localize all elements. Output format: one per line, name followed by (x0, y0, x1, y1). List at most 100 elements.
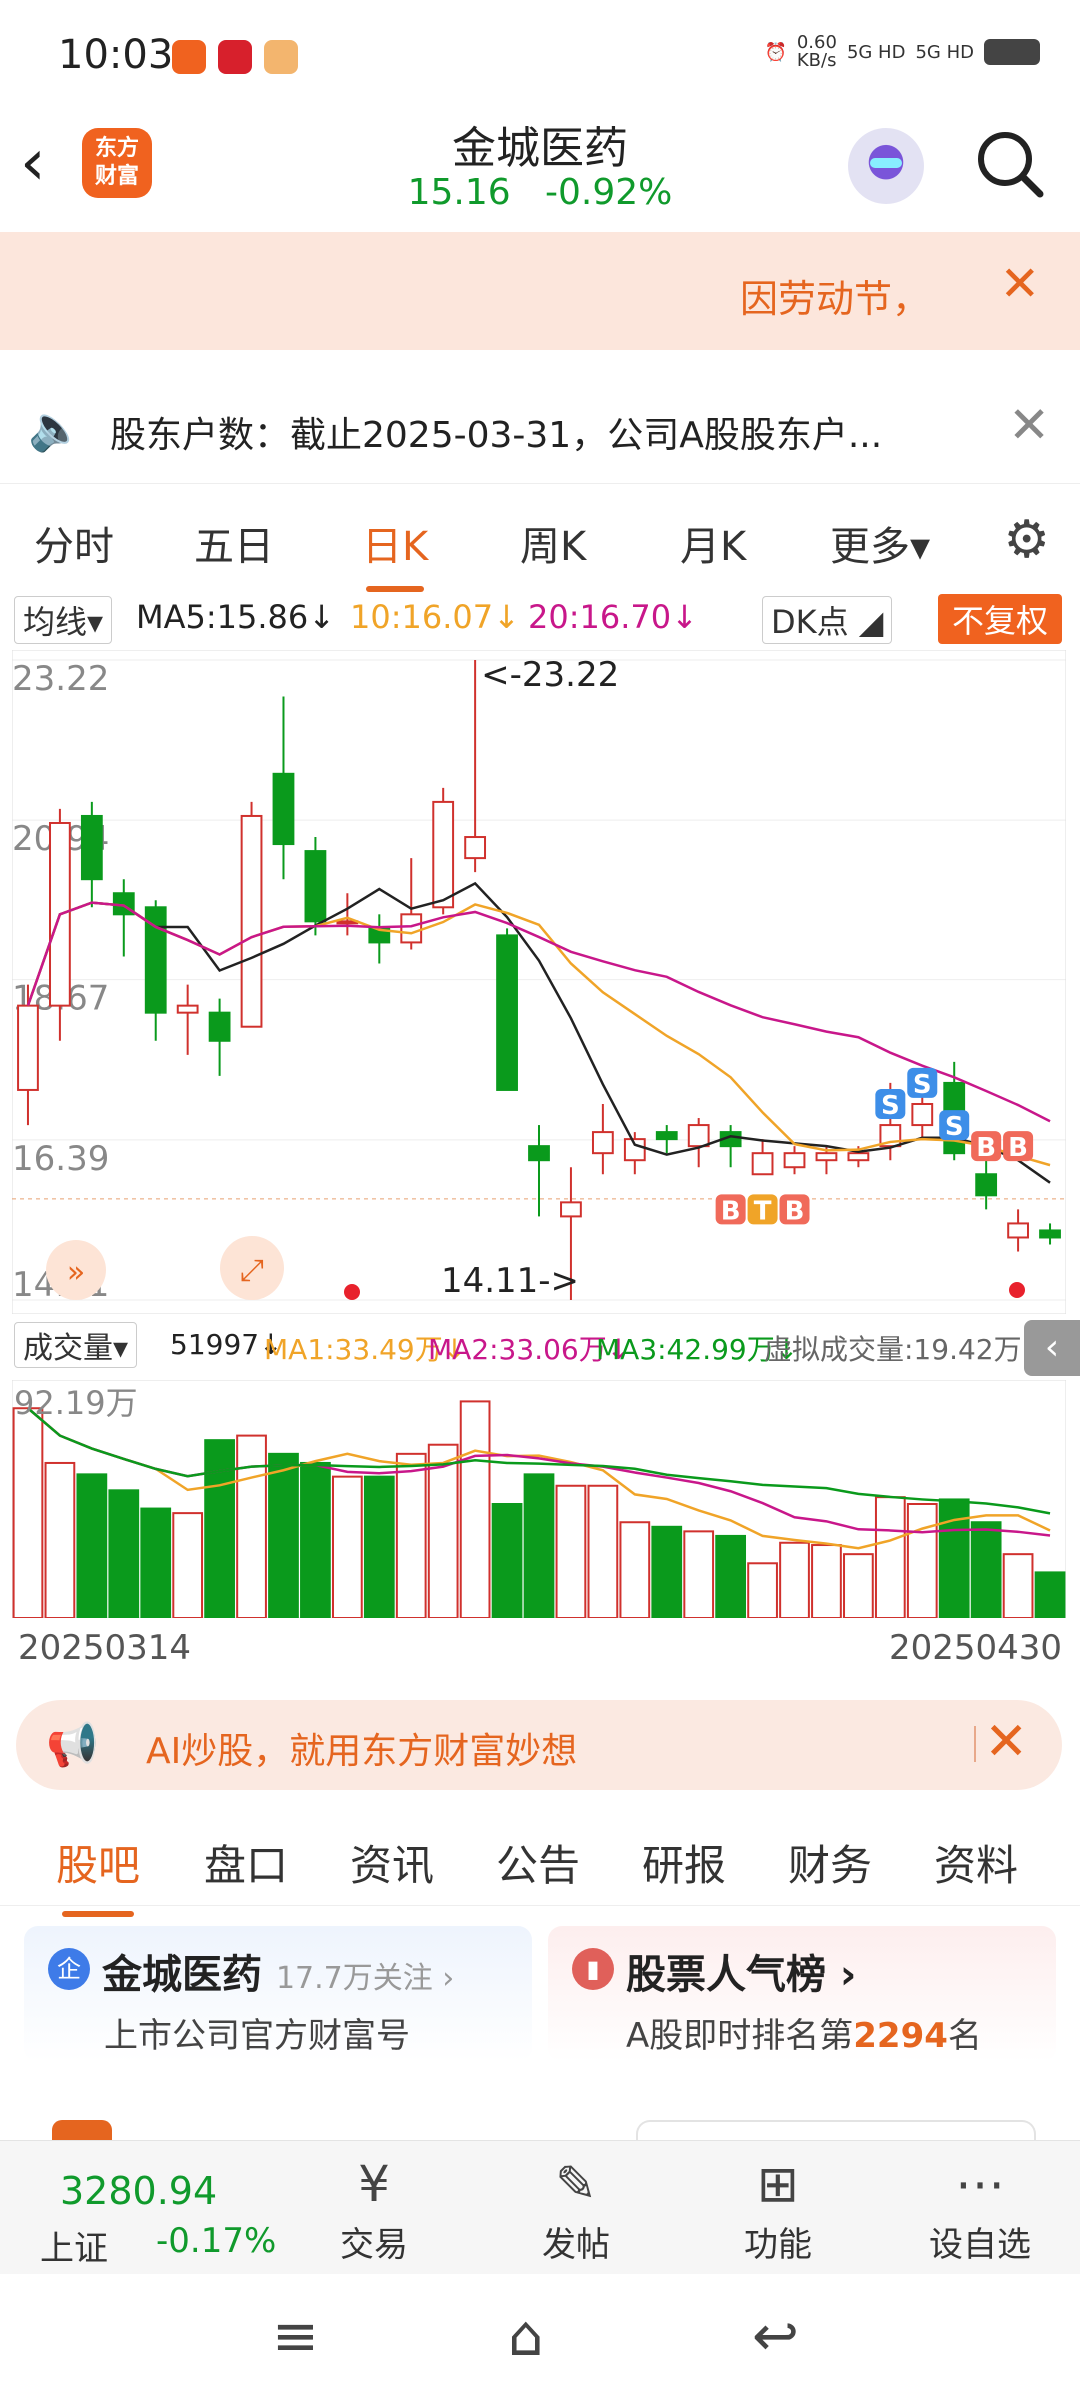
volume-bar (715, 1534, 747, 1618)
candle-body (783, 1152, 806, 1169)
shareholder-text: 股东户数：截止2025-03-31，公司A股股东户... (110, 415, 883, 456)
volume-bar (587, 1484, 619, 1618)
search-icon[interactable] (974, 128, 1046, 200)
candle-body (975, 1173, 998, 1197)
ma10-value: 10:16.07↓ (350, 598, 520, 636)
company-card-subtitle: 上市公司官方财富号 (104, 2016, 410, 2056)
popularity-rank-card[interactable]: ▮ 股票人气榜 › A股即时排名第2294名 (548, 1926, 1056, 2062)
tab-five-day[interactable]: 五日 (194, 514, 274, 572)
company-account-card[interactable]: 企 金城医药 17.7万关注 › 上市公司官方财富号 (24, 1926, 532, 2062)
candle-body (847, 1152, 870, 1162)
tab-profile[interactable]: 资料 (934, 1832, 1018, 1893)
index-change[interactable]: -0.17% (156, 2221, 276, 2261)
ai-banner[interactable]: 📢 AI炒股，就用东方财富妙想 ✕ (16, 1700, 1062, 1790)
tab-finance[interactable]: 财务 (788, 1832, 872, 1893)
dk-point-select[interactable]: DK点 ◢ (762, 596, 893, 644)
tab-news[interactable]: 资讯 (350, 1832, 434, 1893)
watchlist-button[interactable]: ⋯ 设自选 (910, 2151, 1050, 2266)
tab-daily-k[interactable]: 日K (362, 514, 428, 592)
volume-bar (427, 1443, 459, 1618)
volume-bar (747, 1562, 778, 1618)
candle-body (815, 1152, 838, 1162)
tab-guba[interactable]: 股吧 (56, 1832, 140, 1917)
functions-button[interactable]: ⊞ 功能 (708, 2151, 848, 2266)
tab-order-book[interactable]: 盘口 (204, 1832, 288, 1893)
home-icon[interactable]: ⌂ (508, 2304, 544, 2369)
volume-bar (874, 1496, 906, 1618)
signal-marker-label: S (945, 1112, 964, 1142)
candle-body (560, 1201, 582, 1218)
y-tick-label: 16.39 (12, 1139, 109, 1179)
company-name: 金城医药 (102, 1952, 262, 1998)
net-speed: 0.60 KB/s (796, 32, 837, 71)
candle-body (208, 1011, 231, 1042)
enterprise-icon: 企 (48, 1948, 90, 1990)
indicator-select[interactable]: 均线▾ (14, 596, 113, 644)
volume-chart[interactable]: 92.19万 (12, 1380, 1066, 1618)
signal-5g-1: 5G HD (846, 41, 906, 63)
gear-icon[interactable]: ⚙ (1003, 510, 1050, 570)
company-card-title: 金城医药 17.7万关注 › (102, 1942, 454, 2000)
filter-tab-partial (52, 2120, 112, 2140)
tab-announcements[interactable]: 公告 (496, 1832, 580, 1893)
status-indicators: ⏰ 0.60 KB/s 5G HD 5G HD (764, 34, 1040, 70)
candle-body (591, 1131, 614, 1155)
tab-research[interactable]: 研报 (642, 1832, 726, 1893)
post-button[interactable]: ✎ 发帖 (506, 2151, 646, 2266)
index-name[interactable]: 上证 (40, 2221, 108, 2270)
volume-select[interactable]: 成交量▾ (14, 1322, 138, 1368)
follow-count: 17.7万关注 › (275, 1961, 455, 1996)
bottom-toolbar: 3280.94 上证 -0.17% ¥ 交易 ✎ 发帖 ⊞ 功能 ⋯ 设自选 (0, 2140, 1080, 2274)
rank-prefix: A股即时排名第 (626, 2016, 854, 2056)
sort-toggle-partial (636, 2120, 1036, 2140)
kline-chart[interactable]: 23.2220.9418.6716.3914.11<-23.2214.11->S… (12, 650, 1066, 1314)
candle-body (655, 1131, 678, 1141)
trade-button[interactable]: ¥ 交易 (304, 2151, 444, 2266)
functions-label: 功能 (744, 2225, 812, 2265)
volume-bar (172, 1512, 204, 1618)
tab-weekly-k[interactable]: 周K (520, 514, 586, 572)
index-value[interactable]: 3280.94 (60, 2169, 217, 2213)
tab-more[interactable]: 更多▾ (830, 514, 930, 572)
candle-body (80, 814, 103, 881)
tab-monthly-k[interactable]: 月K (680, 514, 746, 572)
min-price-label: 14.11-> (441, 1261, 579, 1301)
candle-body (240, 814, 263, 1028)
megaphone-icon: 📢 (46, 1720, 99, 1769)
volume-bar (12, 1407, 44, 1618)
candle-body (272, 772, 295, 846)
volume-bar (204, 1439, 235, 1618)
expand-icon: ⤢ (240, 1253, 264, 1288)
rank-card-subtitle: A股即时排名第2294名 (626, 2008, 982, 2057)
y-tick-label: 23.22 (12, 659, 109, 699)
candle-body (687, 1124, 710, 1148)
holiday-notice[interactable]: 因劳动节， ✕ (0, 232, 1080, 350)
tab-intraday[interactable]: 分时 (34, 514, 114, 572)
candle-body (1039, 1229, 1061, 1239)
back-nav-icon[interactable]: ↩ (752, 2304, 799, 2369)
app-notification-icon (172, 40, 206, 74)
menu-icon[interactable]: ≡ (272, 2304, 319, 2369)
shareholder-notice[interactable]: 🔈 股东户数：截止2025-03-31，公司A股股东户... ✕ (0, 372, 1080, 484)
fast-forward-icon: » (67, 1255, 85, 1290)
close-icon[interactable]: ✕ (984, 1712, 1028, 1772)
volume-bar (459, 1400, 491, 1618)
volume-bar (268, 1452, 299, 1618)
signal-marker-label: S (913, 1070, 932, 1100)
close-icon[interactable]: ✕ (1008, 396, 1050, 454)
adjust-select[interactable]: 不复权 (937, 594, 1062, 644)
period-tabs: 分时 五日 日K 周K 月K 更多▾ ⚙ (0, 500, 1080, 592)
rank-chart-icon: ▮ (572, 1948, 614, 1990)
candle-body (751, 1152, 774, 1176)
stock-price: 15.16 (407, 172, 511, 213)
candle-body (464, 836, 487, 860)
rank-value: 2294 (853, 2016, 948, 2056)
volume-bar (619, 1521, 651, 1618)
close-icon[interactable]: ✕ (1000, 256, 1040, 312)
signal-marker-label: S (881, 1091, 900, 1121)
signal-marker-label: T (754, 1196, 772, 1226)
speaker-icon: 🔈 (28, 403, 83, 454)
ai-assistant-icon[interactable] (848, 128, 924, 204)
grid-icon: ⊞ (757, 2155, 799, 2213)
collapse-icon[interactable]: ‹ (1024, 1320, 1080, 1376)
